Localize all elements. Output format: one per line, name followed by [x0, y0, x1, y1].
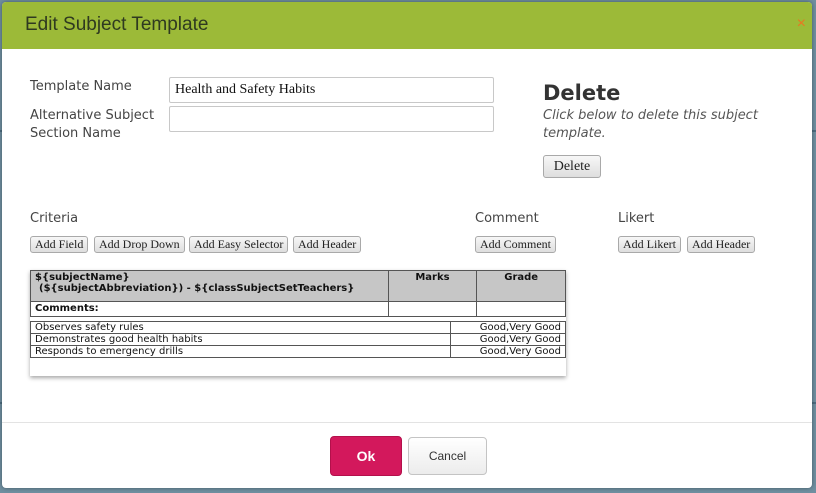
comment-label: Comment — [475, 211, 539, 226]
add-field-button[interactable]: Add Field — [30, 236, 89, 253]
alt-section-name-label: Alternative Subject Section Name — [30, 108, 155, 141]
alt-section-name-input[interactable] — [169, 106, 494, 132]
likert-label: Likert — [618, 211, 655, 226]
add-easy-selector-button[interactable]: Add Easy Selector — [189, 236, 289, 253]
close-icon[interactable]: × — [797, 16, 806, 32]
criteria-rows-table: Observes safety rules Good,Very Good Dem… — [30, 321, 566, 358]
edit-subject-template-dialog: Edit Subject Template × Template Name Al… — [2, 2, 812, 488]
ok-button[interactable]: Ok — [330, 436, 402, 476]
delete-description: Click below to delete this subject templ… — [543, 108, 758, 141]
preview-header-table: ${subjectName} (${subjectAbbreviation}) … — [30, 270, 566, 317]
table-row: Observes safety rules Good,Very Good — [30, 321, 566, 334]
comments-grade-cell — [476, 301, 566, 317]
criterion-cell: Responds to emergency drills — [30, 345, 451, 358]
add-likert-header-button[interactable]: Add Header — [687, 236, 756, 253]
footer-divider — [2, 422, 812, 423]
template-name-label: Template Name — [30, 79, 132, 94]
marks-header: Marks — [387, 270, 478, 302]
criteria-label: Criteria — [30, 211, 79, 226]
comments-marks-cell — [387, 301, 478, 317]
dialog-header: Edit Subject Template × — [2, 2, 812, 49]
add-drop-down-button[interactable]: Add Drop Down — [94, 236, 185, 253]
subject-abbreviation-placeholder: (${subjectAbbreviation}) - ${classSubjec… — [39, 283, 355, 294]
criterion-cell: Observes safety rules — [30, 321, 451, 334]
criterion-value-cell: Good,Very Good — [450, 345, 566, 358]
add-comment-button[interactable]: Add Comment — [475, 236, 556, 253]
subject-name-placeholder: ${subjectName} — [35, 272, 130, 283]
subject-placeholder-cell: ${subjectName} (${subjectAbbreviation}) … — [30, 270, 389, 302]
criterion-cell: Demonstrates good health habits — [30, 333, 451, 346]
grade-header: Grade — [476, 270, 566, 302]
dialog-title: Edit Subject Template — [25, 14, 209, 35]
table-row: Demonstrates good health habits Good,Ver… — [30, 333, 566, 346]
criterion-value-cell: Good,Very Good — [450, 321, 566, 334]
delete-heading: Delete — [543, 81, 621, 105]
delete-button[interactable]: Delete — [543, 155, 601, 178]
template-name-input[interactable] — [169, 77, 494, 103]
add-likert-button[interactable]: Add Likert — [618, 236, 681, 253]
table-row: Responds to emergency drills Good,Very G… — [30, 345, 566, 358]
comments-label: Comments: — [30, 301, 389, 317]
add-criteria-header-button[interactable]: Add Header — [293, 236, 362, 253]
criterion-value-cell: Good,Very Good — [450, 333, 566, 346]
template-preview: ${subjectName} (${subjectAbbreviation}) … — [30, 270, 566, 376]
cancel-button[interactable]: Cancel — [408, 437, 487, 475]
